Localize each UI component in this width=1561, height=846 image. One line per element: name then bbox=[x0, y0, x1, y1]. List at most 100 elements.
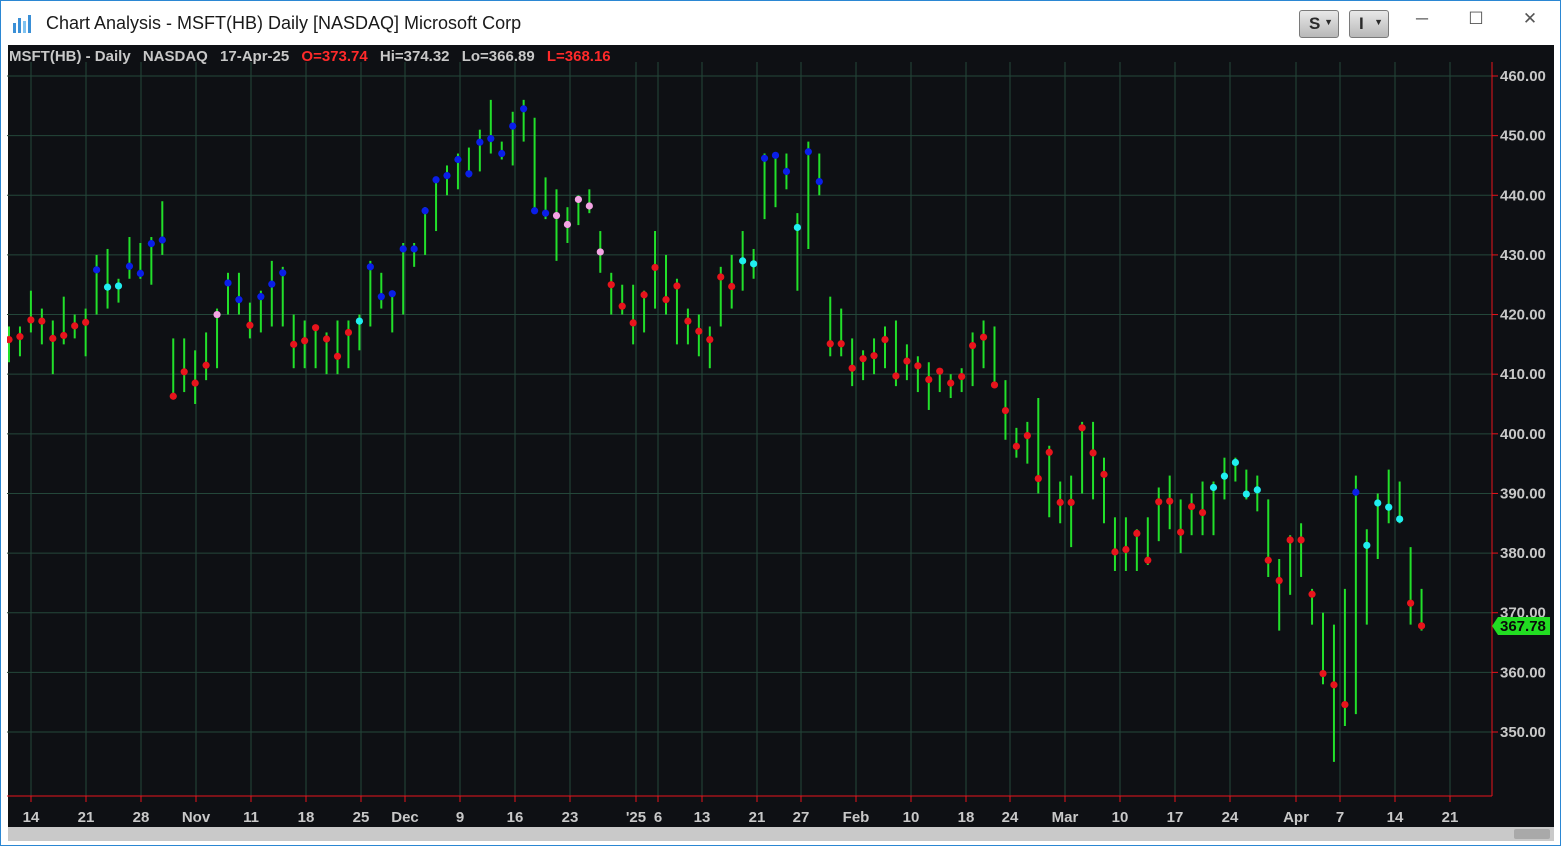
x-tick-label: 14 bbox=[1387, 809, 1404, 826]
price-chart[interactable]: 460.00 450.00 440.00 430.00 420.00 410.00 400.… bbox=[7, 44, 1553, 826]
close-dot bbox=[246, 321, 254, 329]
close-dot bbox=[279, 269, 287, 277]
minimize-button[interactable]: ─ bbox=[1407, 9, 1437, 31]
close-dot bbox=[27, 316, 35, 324]
price-bars bbox=[7, 99, 1426, 762]
close-dot bbox=[673, 282, 681, 290]
x-tick-label: 17 bbox=[1167, 809, 1184, 826]
exchange-label: NASDAQ bbox=[143, 48, 208, 65]
close-dot bbox=[925, 375, 933, 384]
chart-grid bbox=[7, 62, 1493, 797]
close-dot bbox=[158, 236, 166, 244]
title-bar[interactable]: Chart Analysis - MSFT(HB) Daily [NASDAQ]… bbox=[1, 1, 1560, 45]
scrollbar-thumb[interactable] bbox=[1514, 829, 1550, 839]
close-dot bbox=[1407, 599, 1415, 607]
close-dot bbox=[563, 220, 572, 229]
chart-header: MSFT(HB) - Daily NASDAQ 17-Apr-25 O=373.… bbox=[9, 48, 611, 65]
chevron-down-icon: ▼ bbox=[1374, 17, 1383, 27]
close-dot bbox=[1209, 483, 1218, 492]
open-value: O=373.74 bbox=[301, 48, 368, 65]
close-dot bbox=[312, 324, 320, 332]
close-dot bbox=[717, 273, 725, 281]
s-button-label: S bbox=[1309, 14, 1321, 33]
x-tick-label: Dec bbox=[391, 809, 419, 826]
close-dot bbox=[859, 355, 867, 363]
close-dot bbox=[1045, 448, 1053, 456]
close-dot bbox=[1111, 548, 1119, 556]
close-dot bbox=[1012, 442, 1021, 450]
close-dot bbox=[103, 283, 112, 291]
close-dot bbox=[771, 151, 780, 159]
close-dot bbox=[1023, 432, 1031, 440]
i-menu-button[interactable]: I ▼ bbox=[1349, 10, 1389, 38]
close-dot bbox=[793, 223, 802, 232]
close-dot bbox=[1341, 700, 1349, 709]
last-price-tag-text: 367.78 bbox=[1500, 618, 1546, 635]
close-dot bbox=[213, 310, 221, 319]
close-dot bbox=[114, 282, 123, 290]
high-value: Hi=374.32 bbox=[380, 48, 450, 65]
close-dot bbox=[1089, 449, 1097, 457]
x-tick-label: 18 bbox=[298, 809, 315, 826]
close-dot bbox=[1122, 545, 1130, 554]
close-dot bbox=[1264, 556, 1272, 564]
close-dot bbox=[1155, 498, 1163, 506]
x-tick-label: Feb bbox=[843, 809, 870, 826]
close-dot bbox=[596, 248, 604, 256]
close-dot bbox=[520, 105, 528, 113]
close-dot bbox=[1133, 529, 1141, 538]
last-value: L=368.16 bbox=[547, 48, 611, 65]
close-dot bbox=[640, 291, 648, 299]
close-dot bbox=[936, 367, 944, 375]
y-tick-label: 380.00 bbox=[1500, 545, 1546, 562]
last-price-tag: 367.78 bbox=[1492, 616, 1550, 635]
close-dot bbox=[301, 337, 309, 345]
close-dot bbox=[38, 317, 46, 325]
i-button-label: I bbox=[1359, 14, 1364, 33]
close-dot bbox=[1330, 681, 1338, 689]
svg-text:MSFT(HB) - Daily NASDAQ: MSFT(HB) - Daily NASDAQ 17-Apr-25 O=373.… bbox=[9, 48, 611, 65]
x-tick-label: 9 bbox=[456, 809, 464, 826]
close-dot bbox=[1374, 499, 1382, 507]
close-dot bbox=[377, 293, 385, 301]
close-dot bbox=[541, 209, 550, 217]
maximize-button[interactable]: ☐ bbox=[1461, 9, 1491, 31]
close-dot bbox=[958, 372, 966, 381]
x-tick-label: 10 bbox=[903, 809, 920, 826]
x-tick-label: 6 bbox=[654, 809, 662, 826]
close-dot bbox=[169, 392, 177, 400]
close-dot bbox=[695, 327, 703, 335]
close-dot bbox=[1100, 470, 1108, 478]
close-dot bbox=[1056, 498, 1064, 506]
close-dot bbox=[1417, 622, 1426, 630]
window-title: Chart Analysis - MSFT(HB) Daily [NASDAQ]… bbox=[46, 13, 522, 33]
close-dot bbox=[706, 335, 714, 344]
y-tick-label: 460.00 bbox=[1500, 68, 1546, 85]
close-dot bbox=[268, 280, 276, 288]
x-tick-label: 13 bbox=[694, 809, 711, 826]
close-dot bbox=[1319, 669, 1327, 678]
s-menu-button[interactable]: S ▼ bbox=[1299, 10, 1339, 38]
close-button[interactable]: ✕ bbox=[1515, 9, 1545, 31]
close-dot bbox=[662, 296, 670, 304]
close-dot bbox=[421, 207, 429, 215]
x-tick-label: '25 bbox=[626, 809, 646, 826]
close-dot bbox=[1067, 498, 1075, 506]
close-dot bbox=[1286, 536, 1294, 544]
chart-app-icon bbox=[13, 15, 31, 33]
y-tick-label: 450.00 bbox=[1500, 128, 1546, 145]
close-dot bbox=[465, 170, 473, 178]
symbol-label: MSFT(HB) - Daily bbox=[9, 48, 131, 65]
close-dot bbox=[344, 328, 353, 337]
horizontal-scrollbar[interactable] bbox=[8, 827, 1554, 841]
close-dot bbox=[870, 352, 878, 360]
close-dot bbox=[399, 245, 407, 253]
close-dot bbox=[618, 302, 626, 310]
close-dot bbox=[815, 177, 823, 186]
close-dot bbox=[1253, 486, 1261, 494]
close-dot bbox=[432, 176, 440, 184]
close-dot bbox=[388, 290, 396, 298]
close-dot bbox=[1385, 503, 1393, 511]
close-dot bbox=[804, 148, 812, 156]
close-dot bbox=[136, 269, 144, 277]
